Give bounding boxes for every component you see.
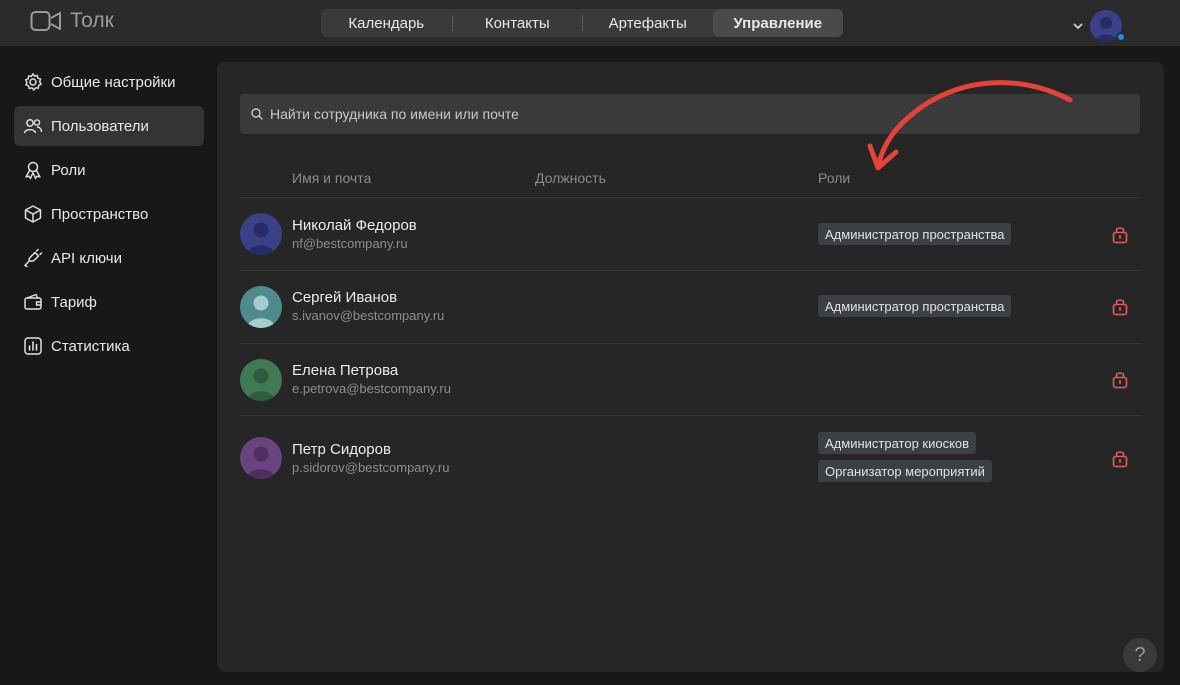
table-row[interactable]: Петр Сидоров p.sidorov@bestcompany.ru Ад… [240,416,1140,502]
role-badge: Организатор мероприятий [818,460,992,482]
column-header-name[interactable]: Имя и почта [292,170,371,186]
user-name: Николай Федоров [292,217,417,234]
tab-management[interactable]: Управление [712,9,843,37]
person-silhouette-icon [240,213,282,255]
wallet-icon [24,293,42,310]
sidebar-item-label: Общие настройки [51,73,176,91]
user-name: Елена Петрова [292,362,399,379]
person-silhouette-icon [240,286,282,328]
user-name: Сергей Иванов [292,289,398,306]
sidebar-item-tariff[interactable]: Тариф [14,282,204,322]
sidebar-item-general-settings[interactable]: Общие настройки [14,62,204,102]
user-email: nf@bestcompany.ru [292,236,408,251]
sidebar-item-label: Тариф [51,293,97,311]
search-icon [251,108,263,120]
sidebar-item-roles[interactable]: Роли [14,150,204,190]
help-button[interactable]: ? [1123,638,1157,672]
tab-artifacts[interactable]: Артефакты [583,9,713,37]
online-status-indicator [1116,32,1126,42]
user-name: Петр Сидоров [292,441,391,458]
person-silhouette-icon [240,359,282,401]
sidebar-item-space[interactable]: Пространство [14,194,204,234]
sidebar-item-statistics[interactable]: Статистика [14,326,204,366]
avatar [240,437,282,479]
avatar [240,359,282,401]
main-nav: Календарь Контакты Артефакты Управление [321,9,843,37]
avatar [240,286,282,328]
lock-icon[interactable] [1110,369,1130,389]
tab-contacts[interactable]: Контакты [453,9,583,37]
table-row[interactable]: Сергей Иванов s.ivanov@bestcompany.ru Ад… [240,271,1140,344]
role-badge: Администратор киосков [818,432,977,454]
role-badge: Администратор пространства [818,223,1012,245]
user-email: p.sidorov@bestcompany.ru [292,460,450,475]
tab-calendar[interactable]: Календарь [321,9,452,37]
plug-icon [23,248,43,268]
person-silhouette-icon [240,437,282,479]
sidebar-item-label: Статистика [51,337,130,355]
app-name: Толк [70,9,114,32]
user-email: s.ivanov@bestcompany.ru [292,308,445,323]
stats-icon [24,337,42,355]
role-badge: Администратор пространства [818,295,1012,317]
cube-icon [24,205,42,223]
account-menu[interactable] [1072,10,1122,42]
user-email: e.petrova@bestcompany.ru [292,381,451,396]
avatar [240,213,282,255]
column-header-position[interactable]: Должность [535,170,606,186]
table-row[interactable]: Николай Федоров nf@bestcompany.ru Админи… [240,199,1140,271]
users-icon [23,119,43,134]
sidebar-item-label: Пользователи [51,117,149,135]
top-bar: Толк Календарь Контакты Артефакты Управл… [0,0,1180,46]
column-header-roles[interactable]: Роли [818,170,850,186]
sidebar-item-label: Пространство [51,205,149,223]
video-camera-icon [30,11,61,31]
sidebar-item-label: Роли [51,161,86,179]
sidebar-item-api-keys[interactable]: API ключи [14,238,204,278]
lock-icon[interactable] [1110,448,1130,468]
roles-icon [25,161,41,180]
sidebar-item-label: API ключи [51,249,122,267]
settings-sidebar: Общие настройки Пользователи Роли Простр… [14,62,204,370]
table-row[interactable]: Елена Петрова e.petrova@bestcompany.ru [240,344,1140,416]
annotation-arrow-icon [867,80,1073,171]
lock-icon[interactable] [1110,224,1130,244]
gear-icon [24,73,42,91]
lock-icon[interactable] [1110,296,1130,316]
sidebar-item-users[interactable]: Пользователи [14,106,204,146]
app-logo[interactable]: Толк [30,9,114,33]
chevron-down-icon[interactable] [1072,20,1084,32]
